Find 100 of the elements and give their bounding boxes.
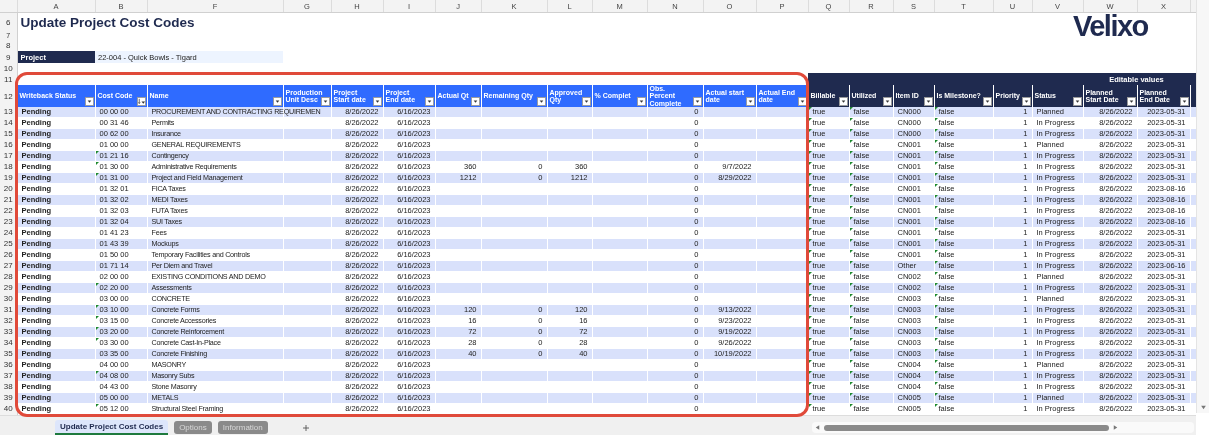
row-number[interactable]: 39	[0, 392, 17, 404]
triangle-marker-icon	[849, 151, 853, 154]
row-number[interactable]: 9	[0, 51, 17, 63]
triangle-marker-icon	[95, 371, 99, 374]
triangle-marker-icon	[934, 107, 938, 110]
row-number[interactable]: 37	[0, 370, 17, 382]
filter-dropdown-icon[interactable]	[1072, 97, 1082, 106]
filter-dropdown-icon[interactable]	[1021, 97, 1031, 106]
filter-dropdown-icon[interactable]	[1179, 97, 1189, 106]
row-number[interactable]: 22	[0, 205, 17, 217]
triangle-marker-icon	[849, 327, 853, 330]
triangle-marker-icon	[849, 404, 853, 407]
row-number[interactable]: 13	[0, 107, 17, 118]
triangle-marker-icon	[934, 184, 938, 187]
triangle-marker-icon	[808, 140, 812, 143]
row-number[interactable]: 25	[0, 238, 17, 250]
row-number[interactable]: 27	[0, 260, 17, 272]
triangle-marker-icon	[934, 327, 938, 330]
row-number[interactable]: 24	[0, 227, 17, 239]
triangle-marker-icon	[849, 239, 853, 242]
triangle-marker-icon	[849, 195, 853, 198]
row-number[interactable]: 23	[0, 216, 17, 228]
triangle-marker-icon	[808, 360, 812, 363]
triangle-marker-icon	[849, 283, 853, 286]
sort-filter-icon[interactable]	[136, 97, 146, 106]
triangle-marker-icon	[808, 195, 812, 198]
triangle-marker-icon	[934, 272, 938, 275]
triangle-marker-icon	[934, 250, 938, 253]
triangle-marker-icon	[849, 393, 853, 396]
triangle-marker-icon	[934, 118, 938, 121]
row-number[interactable]: 14	[0, 117, 17, 129]
triangle-marker-icon	[808, 371, 812, 374]
row-number[interactable]: 16	[0, 139, 17, 151]
triangle-marker-icon	[808, 162, 812, 165]
triangle-marker-icon	[808, 349, 812, 352]
triangle-marker-icon	[849, 217, 853, 220]
triangle-marker-icon	[849, 360, 853, 363]
row-number[interactable]: 38	[0, 381, 17, 393]
row-number[interactable]: 34	[0, 337, 17, 349]
row-number[interactable]: 15	[0, 128, 17, 140]
row-number[interactable]: 26	[0, 249, 17, 261]
triangle-marker-icon	[934, 206, 938, 209]
triangle-marker-icon	[95, 316, 99, 319]
triangle-marker-icon	[808, 327, 812, 330]
scroll-left-icon[interactable]	[814, 424, 821, 431]
scroll-thumb[interactable]	[824, 424, 1109, 431]
sheet-tab[interactable]: Update Project Cost Codes	[55, 420, 169, 435]
triangle-marker-icon	[95, 327, 99, 330]
row-number[interactable]: 21	[0, 194, 17, 206]
triangle-marker-icon	[849, 184, 853, 187]
filter-dropdown-icon[interactable]	[923, 97, 933, 106]
triangle-marker-icon	[808, 151, 812, 154]
row-number[interactable]: 20	[0, 183, 17, 195]
row-number[interactable]: 17	[0, 150, 17, 162]
filter-dropdown-icon[interactable]	[838, 97, 848, 106]
triangle-marker-icon	[934, 305, 938, 308]
filter-dropdown-icon[interactable]	[882, 97, 892, 106]
triangle-marker-icon	[808, 107, 812, 110]
triangle-marker-icon	[849, 162, 853, 165]
triangle-marker-icon	[849, 316, 853, 319]
row-number[interactable]: 33	[0, 326, 17, 338]
row-number[interactable]: 40	[0, 403, 17, 415]
triangle-marker-icon	[934, 360, 938, 363]
triangle-marker-icon	[808, 393, 812, 396]
horizontal-scrollbar[interactable]	[812, 422, 1194, 433]
row-number[interactable]: 19	[0, 172, 17, 184]
row-number[interactable]: 8	[0, 40, 17, 51]
triangle-marker-icon	[808, 217, 812, 220]
vertical-scrollbar[interactable]	[1196, 0, 1209, 413]
triangle-marker-icon	[808, 338, 812, 341]
filter-dropdown-icon[interactable]	[1126, 97, 1136, 106]
scroll-down-icon[interactable]	[1199, 404, 1207, 411]
filter-dropdown-icon[interactable]	[982, 97, 992, 106]
triangle-marker-icon	[934, 294, 938, 297]
row-number[interactable]: 30	[0, 293, 17, 305]
triangle-marker-icon	[808, 305, 812, 308]
triangle-marker-icon	[849, 382, 853, 385]
add-sheet-icon[interactable]	[301, 423, 310, 432]
triangle-marker-icon	[849, 118, 853, 121]
triangle-marker-icon	[808, 173, 812, 176]
row-number[interactable]: 31	[0, 304, 17, 316]
triangle-marker-icon	[808, 228, 812, 231]
row-number[interactable]: 18	[0, 161, 17, 173]
triangle-marker-icon	[95, 162, 99, 165]
triangle-marker-icon	[934, 173, 938, 176]
row-number[interactable]: 29	[0, 282, 17, 294]
row-number[interactable]: 32	[0, 315, 17, 327]
row-number[interactable]: 11	[0, 73, 17, 85]
triangle-marker-icon	[808, 250, 812, 253]
triangle-marker-icon	[934, 239, 938, 242]
row-number[interactable]: 28	[0, 271, 17, 283]
row-number[interactable]: 36	[0, 359, 17, 371]
scroll-right-icon[interactable]	[1112, 424, 1119, 431]
triangle-marker-icon	[849, 173, 853, 176]
triangle-marker-icon	[934, 316, 938, 319]
triangle-marker-icon	[95, 283, 99, 286]
triangle-marker-icon	[849, 129, 853, 132]
triangle-marker-icon	[849, 294, 853, 297]
triangle-marker-icon	[808, 261, 812, 264]
row-number[interactable]: 35	[0, 348, 17, 360]
